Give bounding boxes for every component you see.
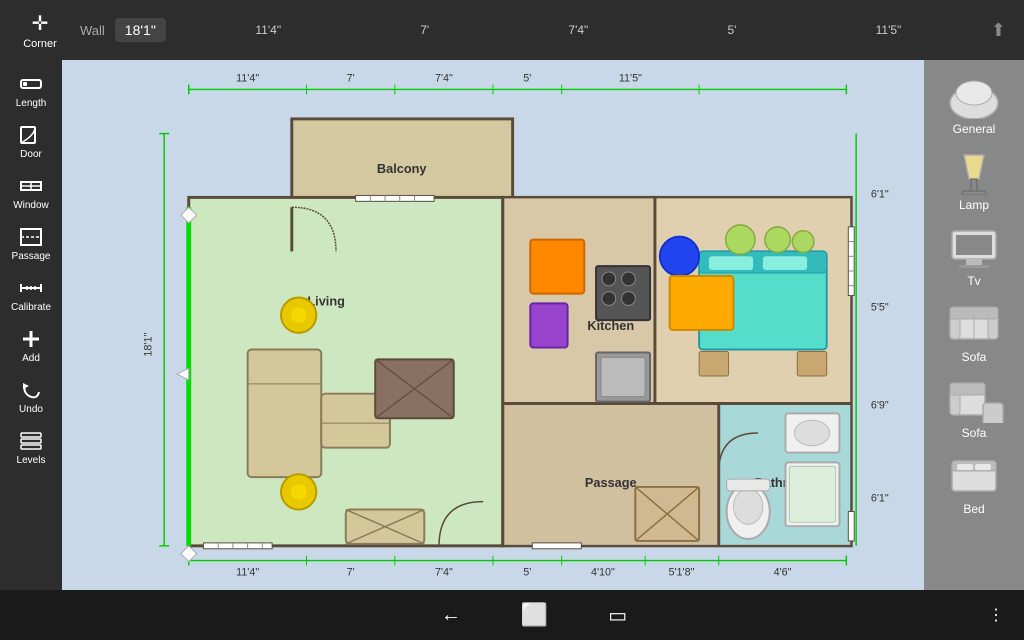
- sidebar-item-undo[interactable]: Undo: [3, 372, 59, 421]
- svg-text:5': 5': [523, 566, 531, 578]
- compass-icon: ⬆: [991, 20, 1006, 41]
- right-item-tv[interactable]: Tv: [928, 218, 1020, 292]
- svg-text:6'1": 6'1": [871, 188, 889, 200]
- sidebar-item-passage[interactable]: Passage: [3, 219, 59, 268]
- floor-plan-area[interactable]: 11'4" 7' 7'4" 5' 11'5" 18'1" 6'1" 5'5" 6…: [62, 60, 924, 590]
- main-content: Length Door Window Passage: [0, 60, 1024, 590]
- svg-text:18'1": 18'1": [142, 333, 154, 357]
- bottom-bar: ← ⬜ ▭ ⋮: [0, 590, 1024, 640]
- right-item-lamp[interactable]: Lamp: [928, 142, 1020, 216]
- svg-text:7': 7': [347, 73, 355, 85]
- right-sidebar: General Lamp Tv: [924, 60, 1024, 590]
- top-measurements: 11'4" 7' 7'4" 5' 11'5": [166, 23, 991, 37]
- sidebar-item-add[interactable]: Add: [3, 321, 59, 370]
- lamp-label: Lamp: [959, 198, 989, 212]
- svg-text:4'10": 4'10": [591, 566, 615, 578]
- corner-icon: ✛: [32, 11, 49, 36]
- sidebar-item-calibrate[interactable]: Calibrate: [3, 270, 59, 319]
- back-button[interactable]: ←: [441, 604, 461, 627]
- calibrate-icon: [17, 276, 45, 300]
- window-icon: [17, 174, 45, 198]
- lamp-shape: [939, 146, 1009, 196]
- more-options-button[interactable]: ⋮: [988, 605, 1004, 625]
- svg-text:11'4": 11'4": [236, 73, 259, 85]
- general-shape: [939, 70, 1009, 120]
- bottom-nav: ← ⬜ ▭: [441, 602, 627, 628]
- svg-text:6'1": 6'1": [871, 493, 889, 505]
- top-bar-left: ✛ Corner Wall 18'1": [8, 11, 166, 50]
- measure-3: 7'4": [568, 23, 588, 37]
- top-bar: ✛ Corner Wall 18'1" 11'4" 7' 7'4" 5' 11'…: [0, 0, 1024, 60]
- undo-icon: [17, 378, 45, 402]
- sidebar-item-levels[interactable]: Levels: [3, 423, 59, 472]
- svg-text:11'4": 11'4": [236, 566, 259, 578]
- svg-text:7': 7': [347, 566, 355, 578]
- sidebar-item-door[interactable]: Door: [3, 117, 59, 166]
- measure-2: 7': [420, 23, 429, 37]
- bed-shape: [939, 450, 1009, 500]
- corner-button[interactable]: ✛ Corner: [8, 11, 72, 50]
- recent-button[interactable]: ▭: [608, 603, 627, 628]
- home-button[interactable]: ⬜: [521, 602, 548, 628]
- tv-label: Tv: [967, 274, 980, 288]
- svg-text:Balcony: Balcony: [377, 161, 428, 176]
- general-label: General: [953, 122, 996, 136]
- right-item-sofa2[interactable]: Sofa: [928, 370, 1020, 444]
- tv-shape: [939, 222, 1009, 272]
- sofa1-shape: [939, 298, 1009, 348]
- svg-text:6'9": 6'9": [871, 399, 889, 411]
- sidebar-item-window[interactable]: Window: [3, 168, 59, 217]
- sofa2-shape: [939, 374, 1009, 424]
- svg-text:Passage: Passage: [585, 475, 637, 490]
- add-icon: [17, 327, 45, 351]
- svg-text:5'1'8": 5'1'8": [668, 566, 694, 578]
- wall-label: Wall: [80, 23, 105, 38]
- measure-5: 11'5": [876, 23, 902, 37]
- right-item-general[interactable]: General: [928, 66, 1020, 140]
- measure-4: 5': [727, 23, 736, 37]
- floor-plan-svg: 11'4" 7' 7'4" 5' 11'5" 18'1" 6'1" 5'5" 6…: [62, 60, 924, 590]
- sidebar-item-length[interactable]: Length: [3, 66, 59, 115]
- door-icon: [17, 123, 45, 147]
- svg-text:5': 5': [523, 73, 531, 85]
- wall-value: 18'1": [115, 18, 166, 42]
- passage-icon: [17, 225, 45, 249]
- levels-icon: [17, 429, 45, 453]
- svg-text:5'5": 5'5": [871, 301, 889, 313]
- left-sidebar: Length Door Window Passage: [0, 60, 62, 590]
- sofa2-label: Sofa: [962, 426, 987, 440]
- bed-label: Bed: [963, 502, 984, 516]
- svg-text:7'4": 7'4": [435, 73, 453, 85]
- right-item-bed[interactable]: Bed: [928, 446, 1020, 520]
- right-item-sofa1[interactable]: Sofa: [928, 294, 1020, 368]
- svg-text:7'4": 7'4": [435, 566, 453, 578]
- svg-text:11'5": 11'5": [619, 73, 642, 85]
- corner-label: Corner: [23, 38, 57, 50]
- svg-text:4'6": 4'6": [774, 566, 792, 578]
- measure-1: 11'4": [255, 23, 281, 37]
- length-icon: [17, 72, 45, 96]
- sofa1-label: Sofa: [962, 350, 987, 364]
